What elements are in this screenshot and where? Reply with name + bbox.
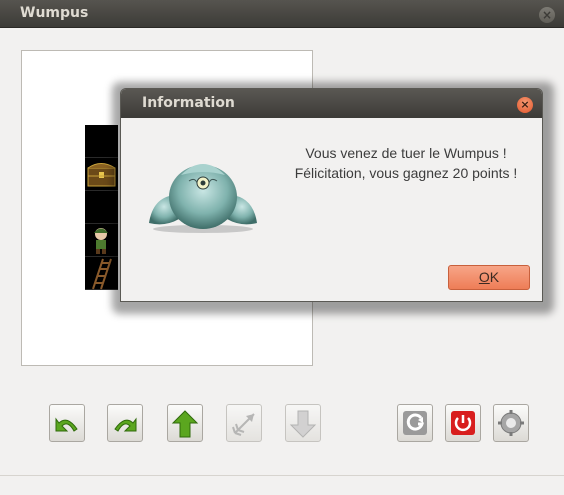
ok-button[interactable]: OK [448, 265, 530, 290]
settings-button[interactable] [493, 404, 529, 442]
turn-left-button[interactable] [49, 404, 85, 442]
arrow-icon [232, 413, 255, 436]
status-separator [0, 475, 564, 476]
information-dialog: Information × Vous venez de tuer le Wump… [120, 88, 543, 302]
turn-right-button[interactable] [107, 404, 143, 442]
climb-down-button[interactable] [285, 404, 321, 442]
gear-icon [498, 410, 524, 436]
power-icon [451, 411, 475, 435]
up-arrow-icon [171, 410, 199, 438]
window-title-bar[interactable]: Wumpus × [0, 0, 564, 28]
down-arrow-icon [289, 410, 317, 438]
ok-button-label-rest: K [489, 269, 500, 285]
turn-right-arrow-icon [114, 417, 137, 432]
ok-button-mnemonic: O [478, 269, 490, 285]
dialog-message-line2: Félicitation, vous gagnez 20 points ! [294, 165, 518, 181]
restart-icon [403, 411, 427, 435]
window-close-button[interactable]: × [539, 7, 555, 23]
move-forward-button[interactable] [167, 404, 203, 442]
dialog-close-button[interactable]: × [517, 97, 533, 113]
dialog-title-bar[interactable]: Information × [121, 89, 542, 118]
dialog-title: Information [142, 95, 235, 111]
dialog-message-line1: Vous venez de tuer le Wumpus ! [305, 145, 507, 161]
turn-left-arrow-icon [55, 417, 78, 432]
dialog-message: Vous venez de tuer le Wumpus ! Félicitat… [281, 143, 531, 183]
quit-button[interactable] [445, 404, 481, 442]
window-title: Wumpus [20, 5, 89, 21]
restart-button[interactable] [397, 404, 433, 442]
shoot-arrow-button[interactable] [226, 404, 262, 442]
wumpus-monster-icon [149, 164, 257, 233]
